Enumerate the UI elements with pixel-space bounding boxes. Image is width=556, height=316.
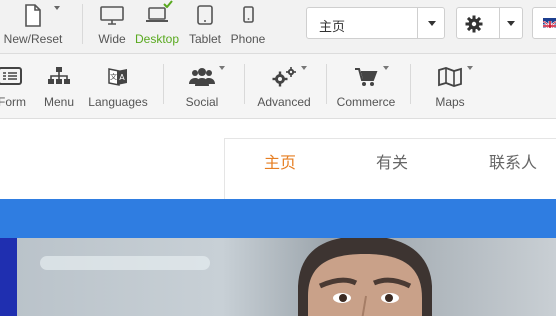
language-flag-button[interactable] [532, 7, 556, 39]
form-icon [0, 66, 23, 89]
gear-icon [465, 15, 483, 38]
site-preview: 主页 有关 联系人 [0, 119, 556, 316]
page-select[interactable]: 主页 [306, 7, 445, 39]
gears-icon [271, 66, 297, 91]
new-reset-button[interactable]: New/Reset [0, 0, 66, 52]
menu-widget-label: Menu [43, 95, 75, 109]
chevron-down-icon [54, 6, 60, 10]
maps-widget-button[interactable]: Maps [428, 54, 473, 117]
view-phone-button[interactable]: Phone [229, 0, 267, 52]
monitor-icon [99, 4, 125, 29]
checkmark-icon [163, 0, 173, 11]
view-desktop-button[interactable]: Desktop [133, 0, 181, 52]
cart-icon [354, 66, 378, 91]
phone-icon [241, 4, 255, 29]
chevron-down-icon [219, 66, 225, 70]
site-navigation: 主页 有关 联系人 [224, 138, 556, 199]
chevron-down-icon [507, 21, 515, 26]
advanced-widget-button[interactable]: Advanced [254, 54, 314, 117]
hero-blur-highlight [40, 256, 210, 270]
view-wide-label: Wide [98, 32, 126, 46]
view-phone-label: Phone [230, 32, 266, 46]
uk-flag-icon [543, 18, 556, 28]
chevron-down-icon [383, 66, 389, 70]
nav-item-home[interactable]: 主页 [264, 149, 296, 173]
view-tablet-label: Tablet [188, 32, 222, 46]
divider [410, 64, 411, 104]
nav-item-about[interactable]: 有关 [376, 149, 408, 173]
languages-widget-button[interactable]: A文 Languages [84, 54, 152, 117]
commerce-widget-label: Commerce [336, 95, 396, 109]
header-band [0, 199, 556, 238]
divider [244, 64, 245, 104]
divider [82, 4, 83, 44]
users-icon [189, 66, 215, 91]
translate-icon: A文 [106, 66, 130, 91]
new-reset-label: New/Reset [3, 32, 63, 46]
view-wide-button[interactable]: Wide [92, 0, 132, 52]
settings-dropdown-toggle[interactable] [499, 8, 522, 38]
divider [326, 64, 327, 104]
sitemap-icon [47, 66, 71, 89]
svg-text:A: A [119, 73, 125, 82]
new-page-icon [23, 4, 43, 31]
form-widget-label: Form [0, 95, 26, 109]
main-toolbar: New/Reset Wide Desktop Tablet Phone 主页 [0, 0, 556, 54]
form-widget-button[interactable]: Form [0, 54, 32, 117]
settings-button[interactable] [456, 7, 523, 39]
view-tablet-button[interactable]: Tablet [185, 0, 225, 52]
tablet-icon [195, 4, 215, 29]
chevron-down-icon [467, 66, 473, 70]
hero-image [0, 238, 556, 316]
hero-left-strip [0, 238, 17, 316]
divider [163, 64, 164, 104]
chevron-down-icon [301, 66, 307, 70]
maps-widget-label: Maps [435, 95, 465, 109]
page-select-toggle[interactable] [417, 8, 444, 38]
nav-item-contact[interactable]: 联系人 [489, 149, 537, 173]
map-icon [437, 66, 463, 91]
svg-text:文: 文 [110, 72, 117, 81]
chevron-down-icon [428, 21, 436, 26]
social-widget-button[interactable]: Social [178, 54, 226, 117]
widget-toolbar: Form Menu A文 Languages Social Advanced C… [0, 54, 556, 119]
advanced-widget-label: Advanced [257, 95, 311, 109]
menu-widget-button[interactable]: Menu [38, 54, 80, 117]
view-desktop-label: Desktop [134, 32, 180, 46]
social-widget-label: Social [185, 95, 219, 109]
page-select-value: 主页 [319, 19, 346, 34]
commerce-widget-button[interactable]: Commerce [334, 54, 398, 117]
hero-person-photo [298, 238, 432, 316]
languages-widget-label: Languages [88, 95, 148, 109]
